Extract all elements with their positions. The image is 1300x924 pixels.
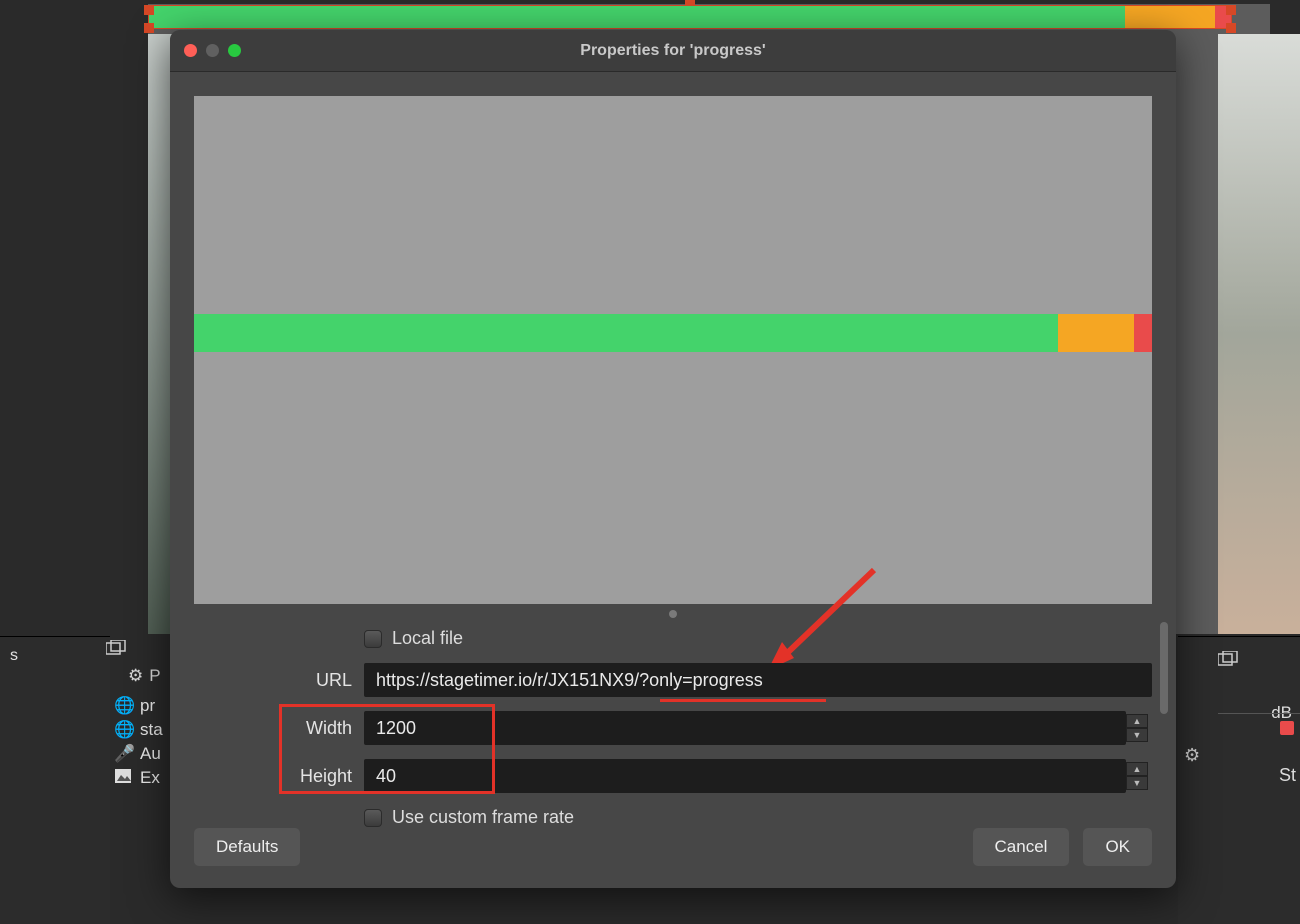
gear-properties[interactable]: ⚙ P: [128, 666, 161, 686]
stepper-up-icon[interactable]: ▲: [1126, 762, 1148, 776]
resize-handle[interactable]: [685, 0, 695, 5]
resize-handle[interactable]: [144, 23, 154, 33]
selected-source-outline[interactable]: [148, 5, 1232, 29]
preview-drag-handle[interactable]: [669, 610, 677, 618]
stepper-up-icon[interactable]: ▲: [1126, 714, 1148, 728]
mixer-line: [1218, 713, 1300, 714]
properties-form: Local file URL Width ▲ ▼ Height ▲ ▼ Use …: [194, 628, 1152, 828]
gear-icon[interactable]: ⚙: [1184, 745, 1200, 766]
height-input[interactable]: [364, 759, 1126, 793]
left-panel: s: [0, 636, 110, 924]
source-label: Ex: [140, 768, 160, 788]
panel-text: St: [1279, 765, 1296, 786]
source-preview[interactable]: [194, 96, 1152, 604]
local-file-checkbox[interactable]: [364, 630, 382, 648]
video-frame-right: [1218, 34, 1300, 634]
resize-handle[interactable]: [144, 5, 154, 15]
source-label: sta: [140, 720, 163, 740]
height-stepper[interactable]: ▲ ▼: [1126, 759, 1152, 793]
stepper-down-icon[interactable]: ▼: [1126, 776, 1148, 790]
width-stepper[interactable]: ▲ ▼: [1126, 711, 1152, 745]
local-file-label: Local file: [392, 628, 463, 649]
cancel-button[interactable]: Cancel: [973, 828, 1070, 866]
source-label: Au: [140, 744, 161, 764]
properties-dialog: Properties for 'progress' Local file URL…: [170, 30, 1176, 888]
image-icon: [114, 768, 132, 788]
mute-indicator[interactable]: [1280, 721, 1294, 735]
source-label: pr: [140, 696, 155, 716]
dialog-buttons: Defaults Cancel OK: [194, 828, 1152, 866]
url-label: URL: [194, 670, 364, 691]
dialog-title: Properties for 'progress': [170, 42, 1176, 60]
gear-label: P: [149, 666, 160, 686]
custom-frame-label: Use custom frame rate: [392, 807, 574, 828]
width-label: Width: [194, 718, 364, 739]
height-label: Height: [194, 766, 364, 787]
ok-button[interactable]: OK: [1083, 828, 1152, 866]
preview-progress-bar: [194, 314, 1152, 352]
defaults-button[interactable]: Defaults: [194, 828, 300, 866]
dock-icon[interactable]: [106, 640, 126, 661]
progress-orange-segment: [1058, 314, 1134, 352]
custom-frame-checkbox[interactable]: [364, 809, 382, 827]
stepper-down-icon[interactable]: ▼: [1126, 728, 1148, 742]
url-input[interactable]: [364, 663, 1152, 697]
dialog-titlebar[interactable]: Properties for 'progress': [170, 30, 1176, 72]
progress-red-segment: [1134, 314, 1152, 352]
globe-icon: 🌐: [114, 720, 132, 740]
dock-icon[interactable]: [1218, 651, 1238, 672]
resize-handle[interactable]: [1226, 5, 1236, 15]
globe-icon: 🌐: [114, 696, 132, 716]
progress-orange-segment: [1125, 6, 1215, 28]
mic-icon: 🎤: [114, 744, 132, 764]
dialog-scrollbar[interactable]: [1160, 622, 1168, 714]
gear-icon: ⚙: [128, 666, 143, 686]
resize-handle[interactable]: [1226, 23, 1236, 33]
width-input[interactable]: [364, 711, 1126, 745]
right-panel: dB ⚙ St: [1178, 636, 1300, 924]
left-panel-text: s: [10, 647, 18, 664]
